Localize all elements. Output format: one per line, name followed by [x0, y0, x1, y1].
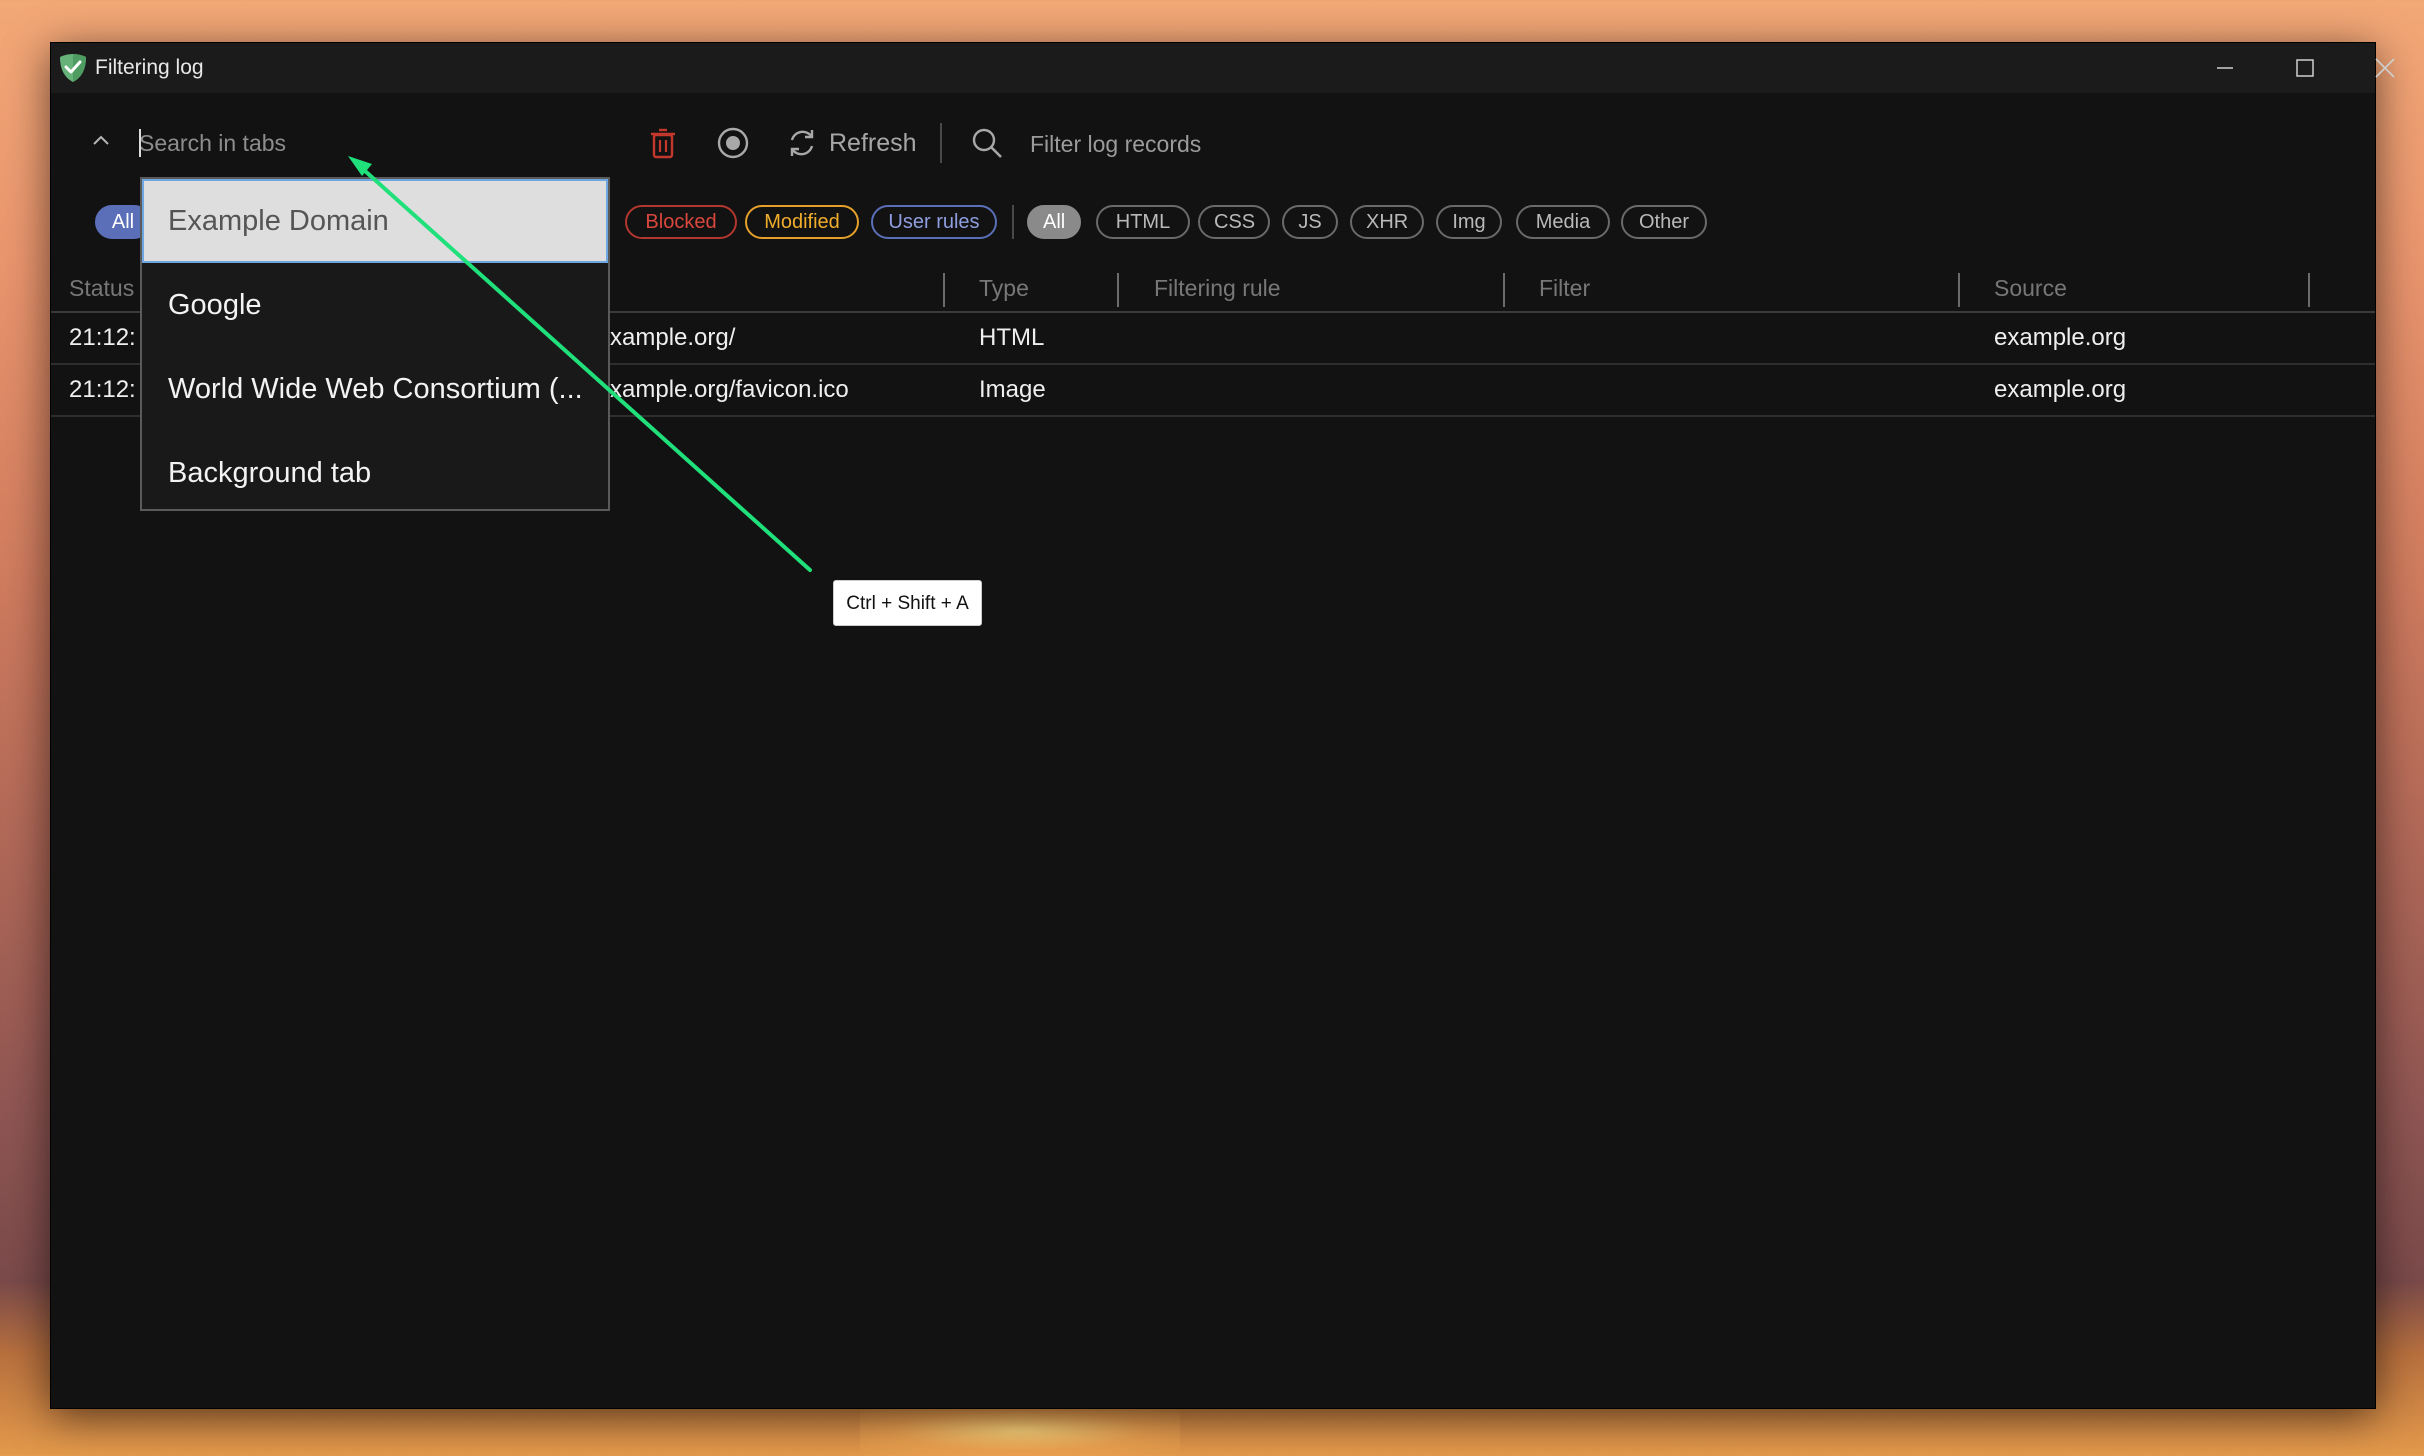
refresh-icon[interactable]: [784, 125, 820, 161]
refresh-button[interactable]: Refresh: [829, 123, 917, 163]
minimize-icon: [2217, 67, 2233, 69]
column-header-filtering-rule[interactable]: Filtering rule: [1154, 265, 1281, 311]
window-title: Filtering log: [95, 56, 204, 79]
row-url: xample.org/favicon.ico: [610, 376, 849, 403]
type-filter-other-chip[interactable]: Other: [1621, 205, 1707, 239]
type-filter-css-chip[interactable]: CSS: [1198, 205, 1270, 239]
dropdown-item-google[interactable]: Google: [142, 263, 608, 347]
status-filter-user-rules-chip[interactable]: User rules: [871, 205, 997, 239]
column-resize-handle[interactable]: [1958, 273, 1960, 307]
status-filter-blocked-chip[interactable]: Blocked: [625, 205, 737, 239]
dropdown-item-w3c[interactable]: World Wide Web Consortium (...: [142, 347, 608, 431]
column-header-source[interactable]: Source: [1994, 265, 2067, 311]
row-time: 21:12:: [69, 324, 136, 351]
filter-log-records-input[interactable]: [1028, 123, 1632, 165]
close-button[interactable]: [2345, 43, 2424, 93]
text-caret: [139, 129, 141, 157]
shortcut-tooltip: Ctrl + Shift + A: [833, 580, 982, 626]
maximize-button[interactable]: [2265, 43, 2345, 93]
title-bar: Filtering log: [51, 43, 2395, 93]
close-icon: [2375, 58, 2395, 78]
toolbar-divider: [940, 123, 942, 163]
dropdown-item-background-tab[interactable]: Background tab: [142, 431, 608, 515]
row-type: Image: [979, 376, 1046, 403]
search-icon: [972, 128, 1002, 158]
chip-divider: [1012, 205, 1014, 239]
column-header-filter[interactable]: Filter: [1539, 265, 1590, 311]
maximize-icon: [2296, 59, 2314, 77]
row-url: xample.org/: [610, 324, 736, 351]
collapse-chevron-up-icon[interactable]: [89, 129, 113, 153]
type-filter-img-chip[interactable]: Img: [1436, 205, 1502, 239]
tab-search-dropdown: Example Domain Google World Wide Web Con…: [140, 177, 610, 511]
column-resize-handle[interactable]: [1117, 273, 1119, 307]
background-sun-glow: [860, 1405, 1180, 1456]
record-icon[interactable]: [715, 125, 751, 161]
dropdown-item-example-domain[interactable]: Example Domain: [142, 179, 608, 263]
type-filter-media-chip[interactable]: Media: [1516, 205, 1610, 239]
minimize-button[interactable]: [2185, 43, 2265, 93]
type-filter-xhr-chip[interactable]: XHR: [1350, 205, 1424, 239]
row-type: HTML: [979, 324, 1045, 351]
type-filter-js-chip[interactable]: JS: [1282, 205, 1338, 239]
filtering-log-window: Filtering log Search in tabs Refresh Fil…: [51, 43, 2395, 1408]
row-source: example.org: [1994, 324, 2127, 351]
column-resize-handle[interactable]: [943, 273, 945, 307]
column-header-status[interactable]: Status: [69, 265, 134, 311]
column-resize-handle[interactable]: [1503, 273, 1505, 307]
type-filter-all-chip[interactable]: All: [1027, 205, 1081, 239]
row-source: example.org: [1994, 376, 2127, 403]
adguard-shield-icon: [60, 54, 86, 82]
trash-icon[interactable]: [645, 125, 681, 161]
search-in-tabs-input[interactable]: [139, 127, 539, 159]
status-filter-modified-chip[interactable]: Modified: [745, 205, 859, 239]
column-resize-handle[interactable]: [2308, 273, 2310, 307]
row-time: 21:12:: [69, 376, 136, 403]
column-header-type[interactable]: Type: [979, 265, 1029, 311]
type-filter-html-chip[interactable]: HTML: [1096, 205, 1190, 239]
